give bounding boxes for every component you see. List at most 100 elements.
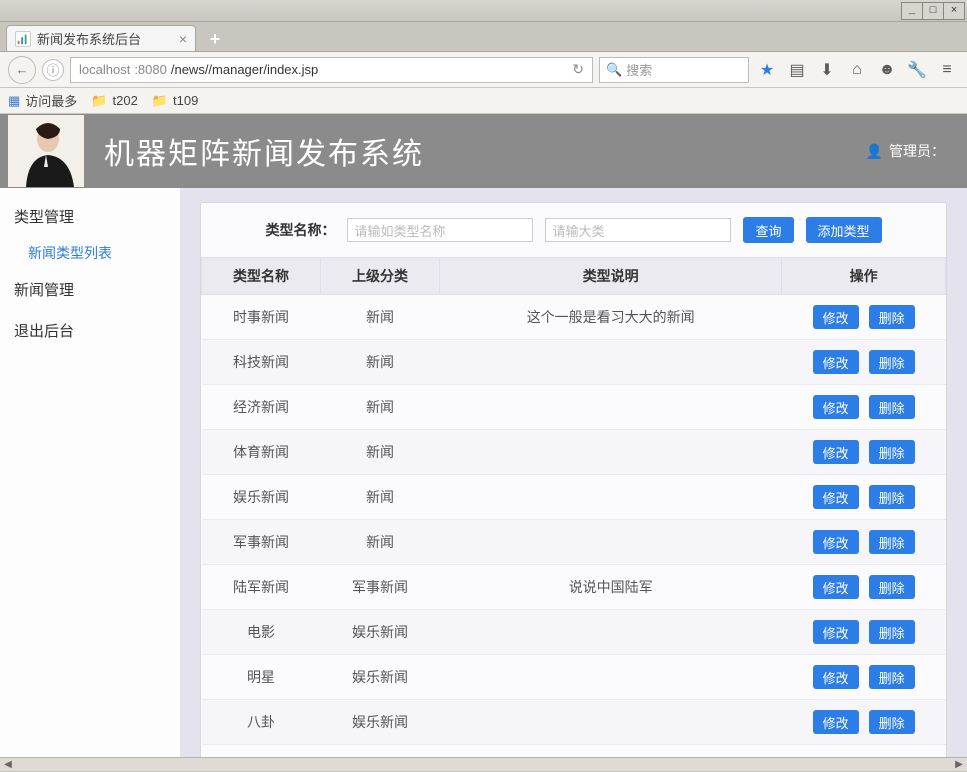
back-button[interactable]: ← bbox=[8, 56, 36, 84]
edit-button[interactable]: 修改 bbox=[813, 575, 859, 599]
cell-parent: 新闻 bbox=[321, 385, 440, 430]
edit-button[interactable]: 修改 bbox=[813, 665, 859, 689]
scroll-right-icon[interactable]: ▶ bbox=[951, 758, 967, 772]
sidebar-item-type-list[interactable]: 新闻类型列表 bbox=[0, 237, 180, 269]
tools-icon[interactable]: 🔧 bbox=[905, 58, 929, 82]
horizontal-scrollbar[interactable]: ◀ ▶ bbox=[0, 757, 967, 771]
delete-button[interactable]: 删除 bbox=[869, 395, 915, 419]
delete-button[interactable]: 删除 bbox=[869, 710, 915, 734]
edit-button[interactable]: 修改 bbox=[813, 530, 859, 554]
sidebar-item-news-mgmt[interactable]: 新闻管理 bbox=[0, 269, 180, 310]
edit-button[interactable]: 修改 bbox=[813, 350, 859, 374]
cell-desc bbox=[440, 655, 782, 700]
restore-button[interactable]: □ bbox=[922, 2, 944, 20]
sidebar-item-exit[interactable]: 退出后台 bbox=[0, 310, 180, 351]
favicon-icon bbox=[15, 31, 31, 47]
delete-button[interactable]: 删除 bbox=[869, 620, 915, 644]
cell-parent: 新闻 bbox=[321, 430, 440, 475]
edit-button[interactable]: 修改 bbox=[813, 440, 859, 464]
window-titlebar: _ □ × bbox=[0, 0, 967, 22]
cell-parent: 娱乐新闻 bbox=[321, 610, 440, 655]
bookmark-star-icon[interactable]: ★ bbox=[755, 58, 779, 82]
cell-parent: 新闻 bbox=[321, 295, 440, 340]
avatar bbox=[8, 115, 84, 187]
cell-name: 娱乐新闻 bbox=[202, 475, 321, 520]
table-row: 科技新闻新闻修改删除 bbox=[202, 340, 946, 385]
tab-bar: 新闻发布系统后台 × + bbox=[0, 22, 967, 52]
bookmark-folder-t109[interactable]: 📁 t109 bbox=[152, 93, 199, 109]
cell-desc bbox=[440, 385, 782, 430]
folder-icon: 📁 bbox=[152, 93, 168, 109]
bookmark-folder-t202[interactable]: 📁 t202 bbox=[91, 93, 138, 109]
cell-name: 陆军新闻 bbox=[202, 565, 321, 610]
filter-label: 类型名称： bbox=[265, 220, 335, 240]
sidebar-item-type-mgmt[interactable]: 类型管理 bbox=[0, 196, 180, 237]
scroll-track[interactable] bbox=[16, 758, 951, 772]
delete-button[interactable]: 删除 bbox=[869, 305, 915, 329]
minimize-button[interactable]: _ bbox=[901, 2, 923, 20]
url-path: /news//manager/index.jsp bbox=[171, 62, 318, 77]
delete-button[interactable]: 删除 bbox=[869, 440, 915, 464]
cell-name: 军事新闻 bbox=[202, 520, 321, 565]
cell-name: 时事新闻 bbox=[202, 295, 321, 340]
content: 类型名称： 请输如类型名称 请输大类 查询 添加类型 类型名称 上级分类 类型说… bbox=[180, 188, 967, 757]
type-name-input[interactable]: 请输如类型名称 bbox=[347, 218, 533, 242]
bookmark-most-visited[interactable]: ▦ 访问最多 bbox=[8, 91, 77, 110]
cell-desc: 这个一般是看习大大的新闻 bbox=[440, 295, 782, 340]
close-window-button[interactable]: × bbox=[943, 2, 965, 20]
admin-label: 👤 管理员： bbox=[866, 141, 945, 161]
chat-icon[interactable]: ☻ bbox=[875, 58, 899, 82]
library-icon[interactable]: ▤ bbox=[785, 58, 809, 82]
edit-button[interactable]: 修改 bbox=[813, 710, 859, 734]
search-input[interactable]: 🔍 搜索 bbox=[599, 57, 749, 83]
cell-name: 电影 bbox=[202, 610, 321, 655]
refresh-icon[interactable]: ↻ bbox=[572, 61, 584, 78]
user-icon: 👤 bbox=[866, 143, 883, 160]
cell-desc bbox=[440, 610, 782, 655]
delete-button[interactable]: 删除 bbox=[869, 575, 915, 599]
menu-icon[interactable]: ≡ bbox=[935, 58, 959, 82]
table-row: 明星娱乐新闻修改删除 bbox=[202, 655, 946, 700]
tab-title: 新闻发布系统后台 bbox=[37, 29, 141, 48]
url-host: localhost bbox=[79, 62, 130, 77]
parent-type-input[interactable]: 请输大类 bbox=[545, 218, 731, 242]
cell-parent: 新闻 bbox=[321, 520, 440, 565]
edit-button[interactable]: 修改 bbox=[813, 305, 859, 329]
url-input[interactable]: localhost :8080/news//manager/index.jsp ↻ bbox=[70, 57, 593, 83]
header-parent: 上级分类 bbox=[321, 258, 440, 295]
browser-tab[interactable]: 新闻发布系统后台 × bbox=[6, 25, 196, 51]
edit-button[interactable]: 修改 bbox=[813, 395, 859, 419]
edit-button[interactable]: 修改 bbox=[813, 620, 859, 644]
cell-desc bbox=[440, 430, 782, 475]
panel: 类型名称： 请输如类型名称 请输大类 查询 添加类型 类型名称 上级分类 类型说… bbox=[200, 202, 947, 757]
cell-parent: 军事新闻 bbox=[321, 565, 440, 610]
url-toolbar: ← ⓘ localhost :8080/news//manager/index.j… bbox=[0, 52, 967, 88]
edit-button[interactable]: 修改 bbox=[813, 485, 859, 509]
new-tab-button[interactable]: + bbox=[202, 27, 228, 51]
home-icon[interactable]: ⌂ bbox=[845, 58, 869, 82]
app-header: 机器矩阵新闻发布系统 👤 管理员： bbox=[0, 114, 967, 188]
delete-button[interactable]: 删除 bbox=[869, 530, 915, 554]
site-info-icon[interactable]: ⓘ bbox=[42, 59, 64, 81]
viewport: 机器矩阵新闻发布系统 👤 管理员： 类型管理 新闻类型列表 新闻管理 退出后台 … bbox=[0, 114, 967, 757]
cell-parent: 新闻 bbox=[321, 340, 440, 385]
cell-parent: 娱乐新闻 bbox=[321, 655, 440, 700]
cell-name: 八卦 bbox=[202, 700, 321, 745]
delete-button[interactable]: 删除 bbox=[869, 485, 915, 509]
download-icon[interactable]: ⬇ bbox=[815, 58, 839, 82]
url-port: :8080 bbox=[134, 62, 167, 77]
table-row: 八卦娱乐新闻修改删除 bbox=[202, 700, 946, 745]
cell-desc bbox=[440, 520, 782, 565]
cell-desc bbox=[440, 475, 782, 520]
cell-desc bbox=[440, 340, 782, 385]
add-type-button[interactable]: 添加类型 bbox=[806, 217, 882, 243]
cell-desc bbox=[440, 700, 782, 745]
scroll-left-icon[interactable]: ◀ bbox=[0, 758, 16, 772]
header-name: 类型名称 bbox=[202, 258, 321, 295]
delete-button[interactable]: 删除 bbox=[869, 350, 915, 374]
table-row: 娱乐新闻新闻修改删除 bbox=[202, 475, 946, 520]
cell-desc: 说说中国陆军 bbox=[440, 565, 782, 610]
delete-button[interactable]: 删除 bbox=[869, 665, 915, 689]
query-button[interactable]: 查询 bbox=[743, 217, 793, 243]
close-tab-icon[interactable]: × bbox=[179, 31, 187, 47]
